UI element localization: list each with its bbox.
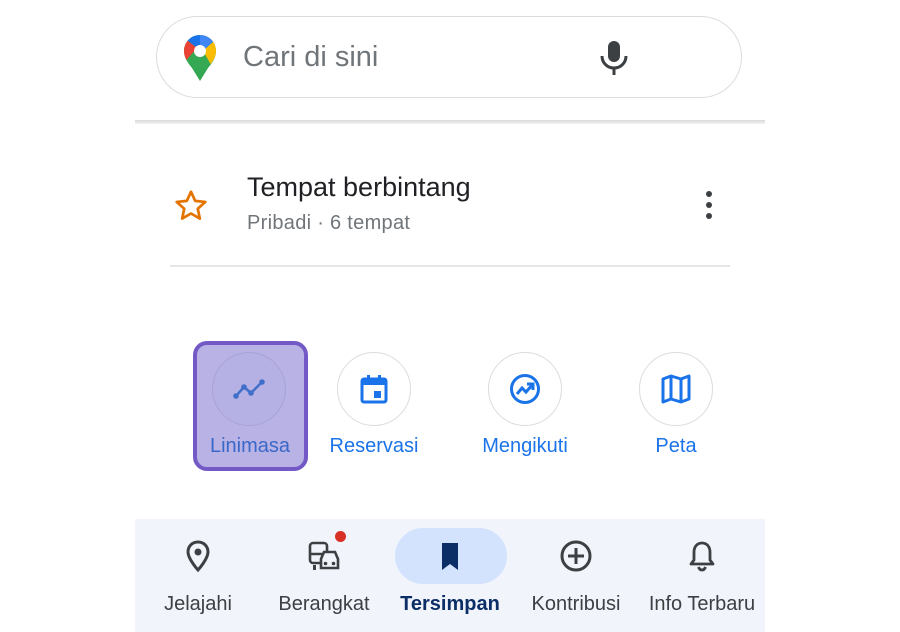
bell-icon <box>689 541 715 572</box>
microphone-icon[interactable] <box>597 39 631 77</box>
shortcut-circle <box>488 352 562 426</box>
nav-explore[interactable]: Jelajahi <box>135 519 261 632</box>
shortcut-maps[interactable]: Peta <box>611 340 741 470</box>
shortcut-label: Peta <box>655 435 697 457</box>
shortcut-circle <box>639 352 713 426</box>
commute-icon <box>308 541 340 570</box>
bottom-navigation: Jelajahi Berangkat Tersimpan Kontribusi … <box>135 519 765 632</box>
maps-saved-screen: Tempat berbintang Pribadi · 6 tempat <box>135 0 765 632</box>
shortcut-label: Mengikuti <box>482 435 568 457</box>
header-divider <box>135 120 765 124</box>
calendar-icon <box>360 375 388 404</box>
location-pin-icon <box>186 540 210 573</box>
shortcut-label: Linimasa <box>209 435 291 457</box>
saved-list-starred[interactable]: Tempat berbintang Pribadi · 6 tempat <box>135 150 765 260</box>
nav-saved[interactable]: Tersimpan <box>387 519 513 632</box>
bookmark-icon <box>442 543 458 570</box>
star-icon <box>175 190 207 220</box>
nav-contribute[interactable]: Kontribusi <box>513 519 639 632</box>
notification-badge <box>335 531 346 542</box>
nav-label: Info Terbaru <box>648 593 756 615</box>
shortcut-label: Reservasi <box>329 435 419 457</box>
shortcut-following[interactable]: Mengikuti <box>460 340 590 470</box>
add-circle-icon <box>560 540 592 572</box>
google-maps-logo-icon <box>184 35 216 81</box>
shortcut-row: Linimasa Reservasi Mengikuti Peta <box>135 340 765 471</box>
nav-updates[interactable]: Info Terbaru <box>639 519 765 632</box>
nav-label: Tersimpan <box>400 593 500 615</box>
shortcut-timeline[interactable]: Linimasa <box>160 340 308 471</box>
map-icon <box>661 374 691 404</box>
saved-list-title: Tempat berbintang <box>247 172 471 202</box>
list-divider <box>170 265 730 267</box>
shortcut-circle <box>337 352 411 426</box>
trending-icon <box>510 374 540 404</box>
nav-go[interactable]: Berangkat <box>261 519 387 632</box>
nav-label: Kontribusi <box>531 593 621 615</box>
saved-list-subtitle: Pribadi · 6 tempat <box>247 212 411 234</box>
shortcut-reservations[interactable]: Reservasi <box>309 340 439 470</box>
stage: Tempat berbintang Pribadi · 6 tempat <box>0 0 900 632</box>
search-bar[interactable] <box>156 16 742 98</box>
more-vert-icon[interactable] <box>697 188 721 222</box>
nav-label: Berangkat <box>278 593 370 615</box>
timeline-icon <box>233 379 265 399</box>
search-input[interactable] <box>243 35 573 79</box>
shortcut-circle <box>212 352 286 426</box>
